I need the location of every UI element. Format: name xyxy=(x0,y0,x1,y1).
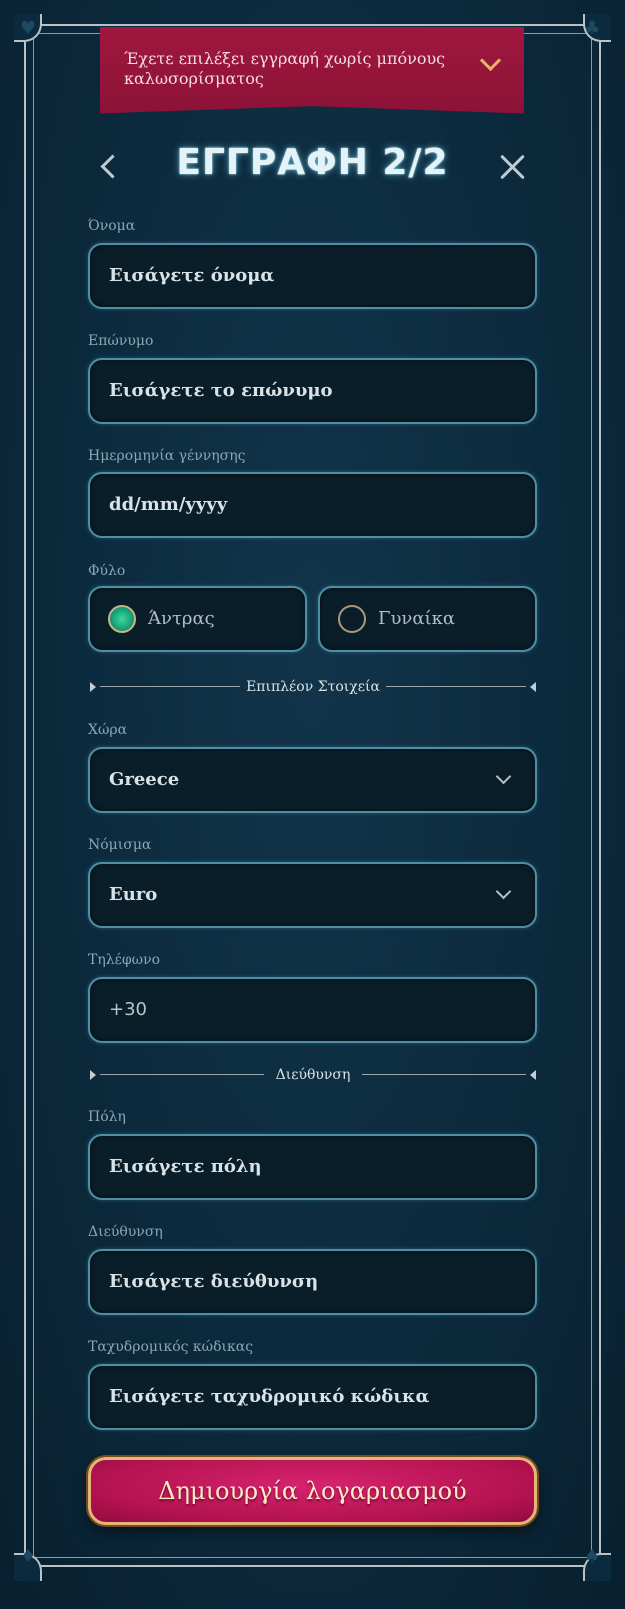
postal-code-placeholder: Εισάγετε ταχυδρομικό κώδικα xyxy=(109,1386,430,1407)
gender-label: Φύλο xyxy=(88,563,126,579)
close-icon[interactable] xyxy=(498,152,528,182)
banner-text: Έχετε επιλέξει εγγραφή χωρίς μπόνους καλ… xyxy=(124,49,446,88)
country-value: Greece xyxy=(109,769,180,790)
first-name-input[interactable]: Εισάγετε όνομα xyxy=(88,243,537,309)
radio-unchecked-icon xyxy=(338,605,366,633)
address-placeholder: Εισάγετε διεύθυνση xyxy=(109,1271,319,1292)
currency-select[interactable]: Euro xyxy=(88,862,537,928)
section-divider-extra: Επιπλέον Στοιχεία xyxy=(90,677,536,697)
city-input[interactable]: Εισάγετε πόλη xyxy=(88,1134,537,1200)
last-name-label: Επώνυμο xyxy=(88,333,154,349)
birth-date-input[interactable]: dd/mm/yyyy xyxy=(88,472,537,538)
last-name-placeholder: Εισάγετε το επώνυμο xyxy=(109,380,333,401)
diamond-suit-icon: ♦ xyxy=(20,1546,37,1567)
create-account-label: Δημιουργία λογαριασμού xyxy=(158,1477,467,1505)
page-title: ΕΓΓΡΑΦΗ 2/2 xyxy=(176,142,449,183)
phone-value: +30 xyxy=(109,999,147,1020)
section-title: Επιπλέον Στοιχεία xyxy=(246,679,380,695)
country-label: Χώρα xyxy=(88,722,128,738)
address-label: Διεύθυνση xyxy=(88,1224,163,1240)
postal-code-input[interactable]: Εισάγετε ταχυδρομικό κώδικα xyxy=(88,1364,537,1430)
currency-value: Euro xyxy=(109,884,158,905)
first-name-placeholder: Εισάγετε όνομα xyxy=(109,265,275,286)
phone-input[interactable]: +30 xyxy=(88,977,537,1043)
city-label: Πόλη xyxy=(88,1109,126,1125)
city-placeholder: Εισάγετε πόλη xyxy=(109,1156,262,1177)
chevron-down-icon xyxy=(495,883,512,900)
section-divider-address: Διεύθυνση xyxy=(90,1065,536,1085)
gender-option-male[interactable]: Άντρας xyxy=(88,586,307,652)
birth-date-label: Ημερομηνία γέννησης xyxy=(88,448,246,464)
section-title: Διεύθυνση xyxy=(275,1067,351,1083)
club-suit-icon: ♣ xyxy=(584,18,601,39)
gender-option-label: Άντρας xyxy=(148,608,215,629)
first-name-label: Όνομα xyxy=(88,218,136,234)
country-select[interactable]: Greece xyxy=(88,747,537,813)
postal-code-label: Ταχυδρομικός κώδικας xyxy=(88,1339,254,1355)
last-name-input[interactable]: Εισάγετε το επώνυμο xyxy=(88,358,537,424)
phone-label: Τηλέφωνο xyxy=(88,952,161,968)
create-account-button[interactable]: Δημιουργία λογαριασμού xyxy=(88,1457,537,1525)
birth-date-placeholder: dd/mm/yyyy xyxy=(109,494,228,515)
gender-option-female[interactable]: Γυναίκα xyxy=(318,586,537,652)
chevron-down-icon xyxy=(495,768,512,785)
bonus-banner[interactable]: Έχετε επιλέξει εγγραφή χωρίς μπόνους καλ… xyxy=(100,27,524,114)
spade-suit-icon: ♠ xyxy=(584,1546,601,1567)
currency-label: Νόμισμα xyxy=(88,837,152,853)
address-input[interactable]: Εισάγετε διεύθυνση xyxy=(88,1249,537,1315)
heart-suit-icon: ♥ xyxy=(20,18,37,39)
chevron-down-icon[interactable] xyxy=(479,49,502,72)
radio-checked-icon xyxy=(108,605,136,633)
gender-option-label: Γυναίκα xyxy=(378,608,455,629)
